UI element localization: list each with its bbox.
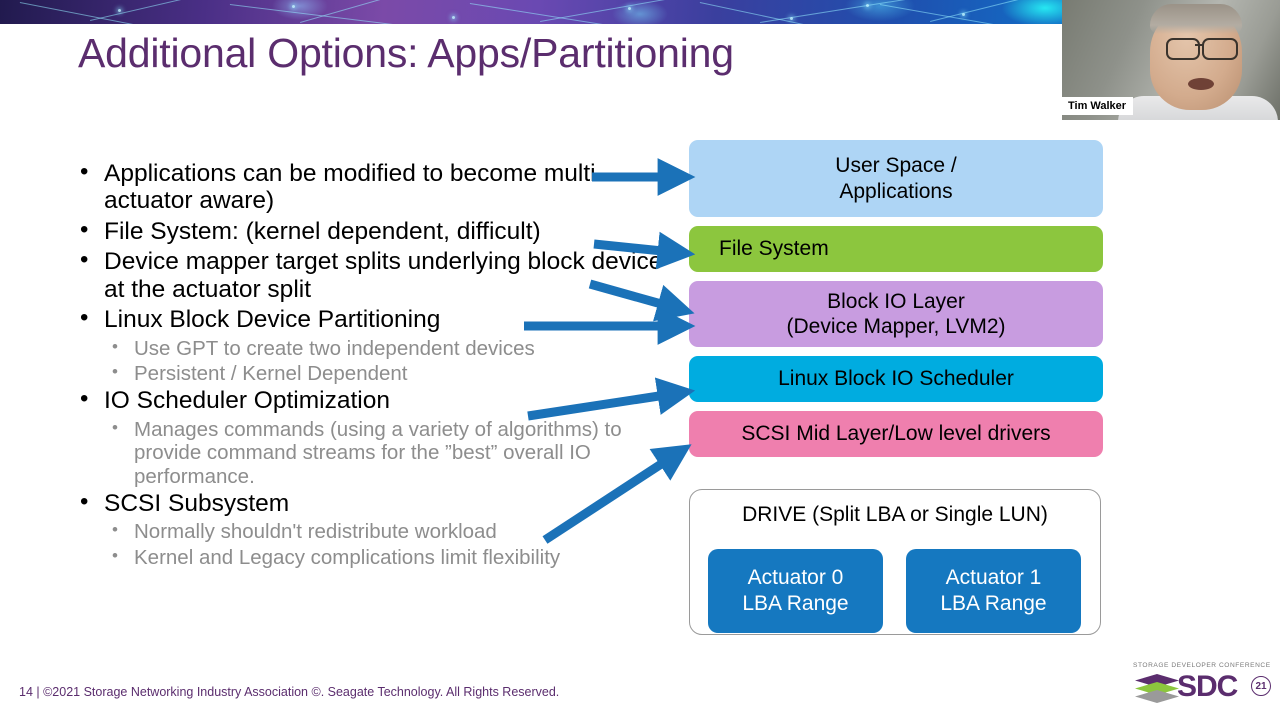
- bullet-text: Manages commands (using a variety of alg…: [134, 417, 622, 488]
- bullet-item: • IO Scheduler Optimization: [72, 385, 672, 415]
- sub-bullet-item: • Manages commands (using a variety of al…: [72, 418, 672, 488]
- bullet-item: • Device mapper target splits underlying …: [72, 246, 672, 303]
- bullet-list: • Applications can be modified to become …: [72, 158, 672, 571]
- actuator-1-line2: LBA Range: [940, 592, 1047, 615]
- webcam-overlay[interactable]: Tim Walker: [1062, 0, 1280, 120]
- bullet-item: • Applications can be modified to become …: [72, 158, 672, 215]
- stack-layer: SCSI Mid Layer/Low level drivers: [689, 411, 1103, 457]
- sdc-logo: STORAGE DEVELOPER CONFERENCE SDC 21: [1133, 662, 1271, 708]
- stack-layer-label: File System: [719, 237, 829, 261]
- bullet-text: Kernel and Legacy complications limit fl…: [134, 545, 561, 569]
- sub-bullet-item: • Use GPT to create two independent devic…: [72, 337, 672, 360]
- bullet-dot-icon: •: [80, 215, 89, 243]
- bullet-dot-icon: •: [112, 417, 118, 437]
- stack-layer-label: User Space / Applications: [835, 154, 957, 203]
- stack-layer: User Space / Applications: [689, 140, 1103, 217]
- stack-layer: Linux Block IO Scheduler: [689, 356, 1103, 402]
- bullet-text: Use GPT to create two independent device…: [134, 336, 535, 360]
- bullet-item: • SCSI Subsystem: [72, 487, 672, 517]
- sdc-logo-tagline: STORAGE DEVELOPER CONFERENCE: [1133, 662, 1271, 669]
- bullet-dot-icon: •: [112, 545, 118, 565]
- sub-bullet-item: • Persistent / Kernel Dependent: [72, 362, 672, 385]
- bullet-dot-icon: •: [80, 304, 89, 332]
- drive-label: DRIVE (Split LBA or Single LUN): [742, 503, 1048, 526]
- bullet-dot-icon: •: [80, 246, 89, 274]
- webcam-mouth: [1188, 78, 1214, 90]
- sub-bullet-item: • Kernel and Legacy complications limit f…: [72, 546, 672, 569]
- actuator-1-box: Actuator 1 LBA Range: [906, 549, 1081, 633]
- sub-bullet-item: • Normally shouldn't redistribute workloa…: [72, 520, 672, 543]
- bullet-text: Persistent / Kernel Dependent: [134, 361, 408, 385]
- bullet-dot-icon: •: [112, 520, 118, 540]
- bullet-dot-icon: •: [80, 158, 89, 185]
- webcam-hair: [1150, 4, 1242, 34]
- bullet-item: • Linux Block Device Partitioning: [72, 304, 672, 334]
- slide-title: Additional Options: Apps/Partitioning: [78, 30, 734, 76]
- bullet-text: File System: (kernel dependent, difficul…: [104, 217, 541, 245]
- actuator-0-line2: LBA Range: [742, 592, 849, 615]
- stack-layer-label: SCSI Mid Layer/Low level drivers: [741, 422, 1051, 446]
- actuator-1-line1: Actuator 1: [945, 566, 1042, 590]
- bullet-item: • File System: (kernel dependent, difficu…: [72, 215, 672, 245]
- bullet-text: Applications can be modified to become m…: [104, 160, 604, 215]
- footer-copyright: 14 | ©2021 Storage Networking Industry A…: [19, 685, 560, 699]
- bullet-dot-icon: •: [112, 336, 118, 356]
- sdc-diamond-gray-icon: [1135, 690, 1179, 703]
- stack-layer: Block IO Layer (Device Mapper, LVM2): [689, 281, 1103, 347]
- actuator-0-box: Actuator 0 LBA Range: [708, 549, 883, 633]
- bullet-text: SCSI Subsystem: [104, 489, 290, 517]
- bullet-text: Normally shouldn't redistribute workload: [134, 520, 497, 544]
- bullet-text: Linux Block Device Partitioning: [104, 306, 441, 334]
- stack-layer-label: Linux Block IO Scheduler: [778, 367, 1014, 391]
- stack-layer-label: Block IO Layer (Device Mapper, LVM2): [786, 289, 1006, 338]
- glasses-left-lens-icon: [1166, 38, 1200, 60]
- bullet-dot-icon: •: [80, 385, 89, 413]
- sdc-year-badge: 21: [1251, 676, 1271, 696]
- sdc-wordmark: SDC: [1177, 670, 1238, 703]
- glasses-bridge-icon: [1195, 44, 1204, 46]
- glasses-right-lens-icon: [1202, 38, 1238, 60]
- bullet-dot-icon: •: [112, 361, 118, 381]
- speaker-name-label: Tim Walker: [1062, 97, 1134, 115]
- architecture-stack: User Space / Applications File System Bloc…: [689, 140, 1103, 466]
- actuator-0-line1: Actuator 0: [747, 566, 844, 590]
- bullet-text: IO Scheduler Optimization: [104, 387, 390, 415]
- bullet-text: Device mapper target splits underlying b…: [104, 248, 663, 303]
- stack-layer: File System: [689, 226, 1103, 272]
- bullet-dot-icon: •: [80, 487, 89, 515]
